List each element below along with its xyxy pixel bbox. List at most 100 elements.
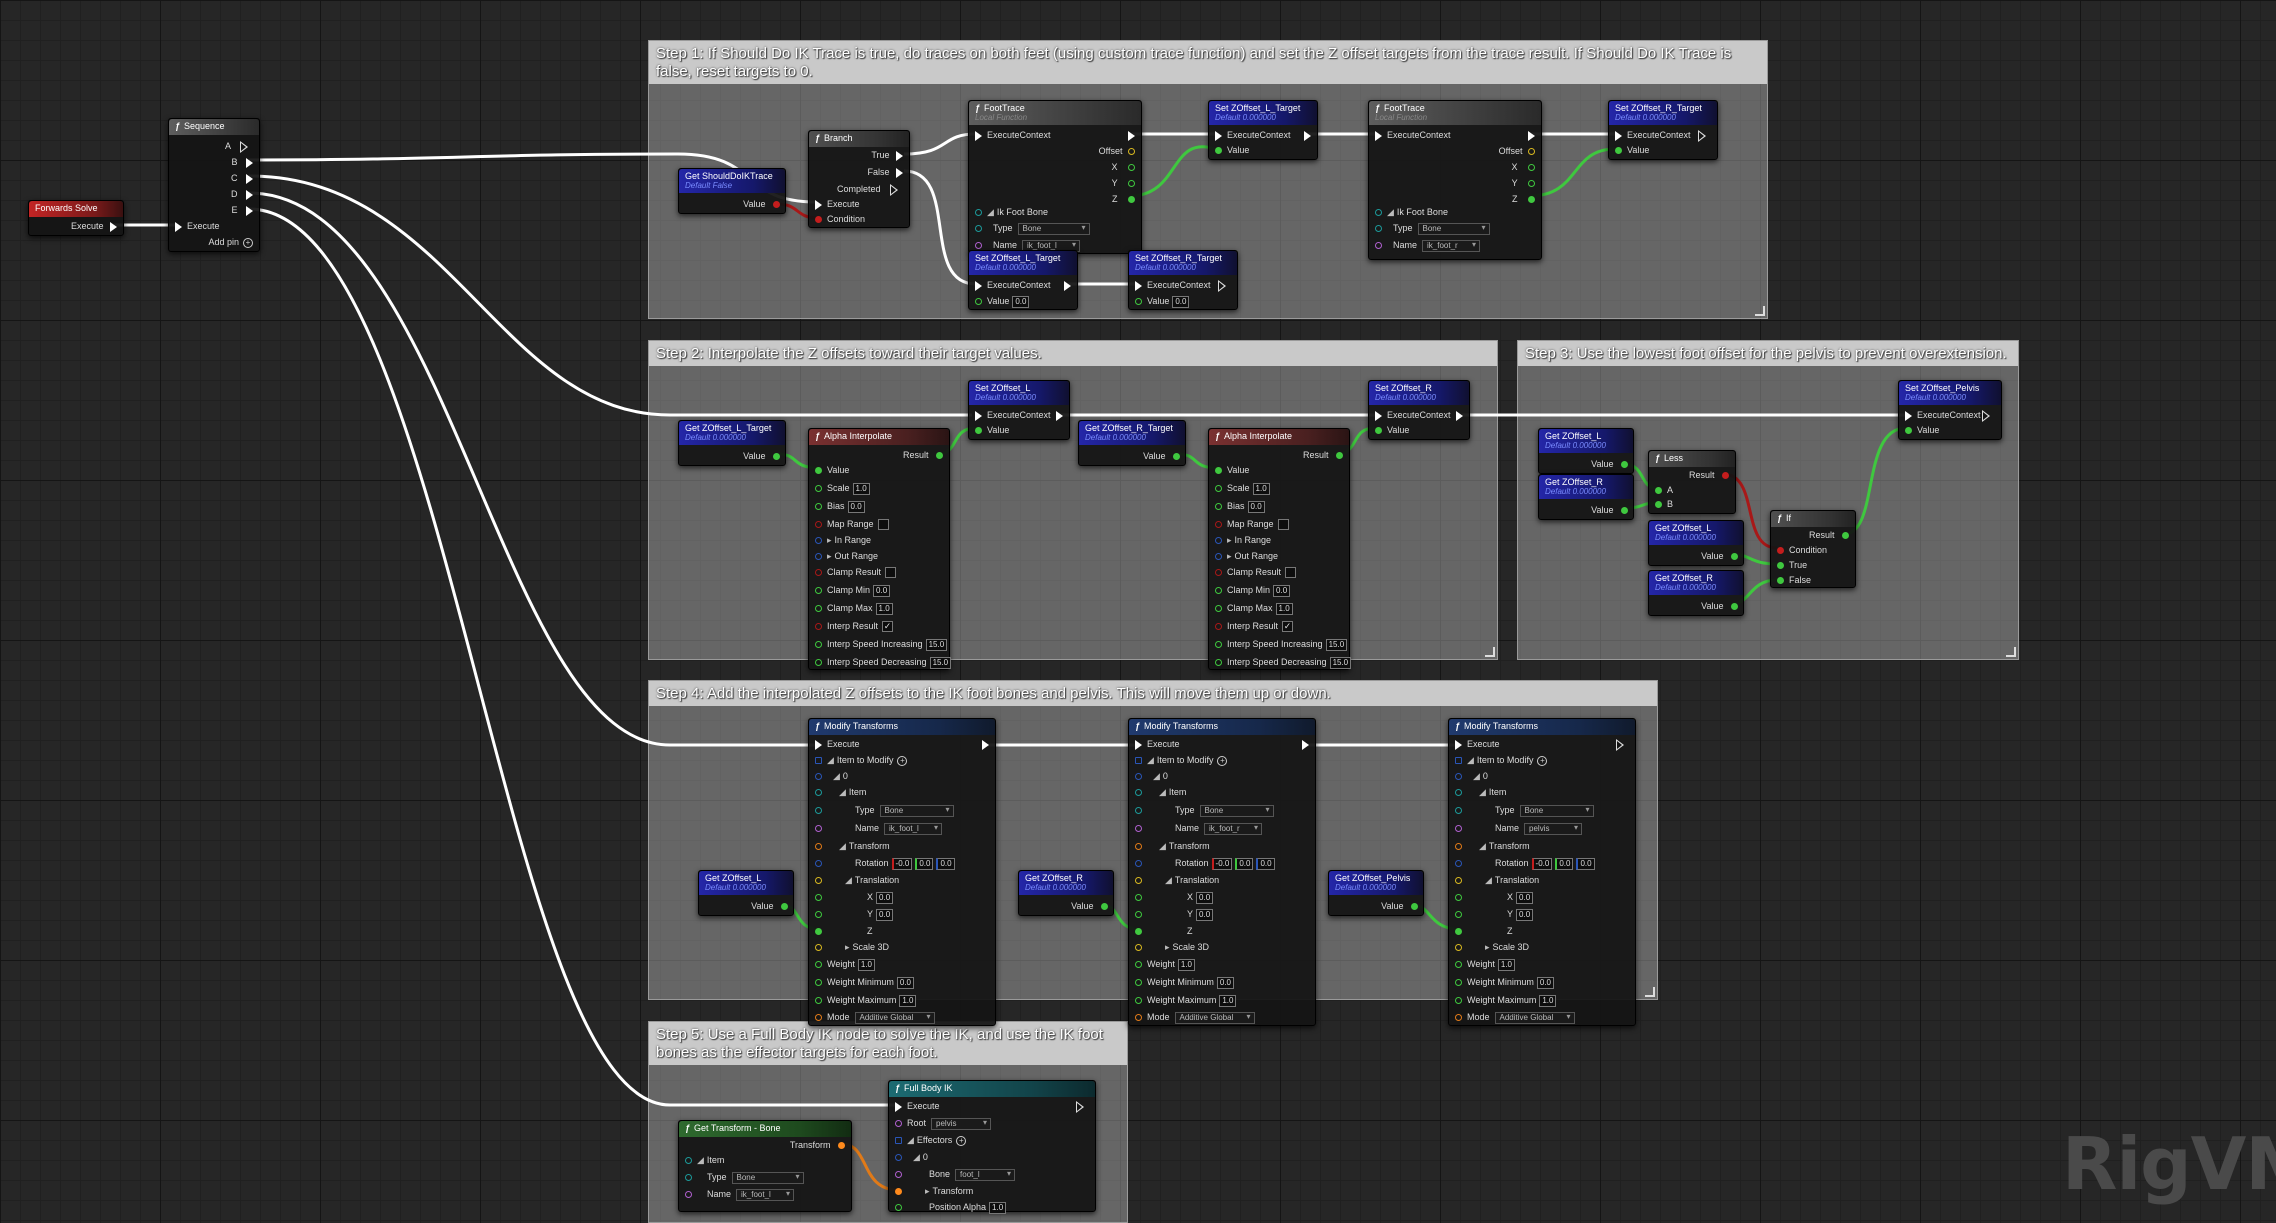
float-in-pin[interactable] <box>815 928 822 936</box>
float-out-pin[interactable] <box>1842 532 1849 540</box>
float-in-pin[interactable] <box>815 587 822 595</box>
vector-out-pin[interactable] <box>1128 148 1135 156</box>
rotation-x-field[interactable]: -0.0 <box>891 857 913 870</box>
rotation-z-field[interactable]: 0.0 <box>1256 857 1275 870</box>
float-in-pin[interactable] <box>1135 961 1142 969</box>
type-dropdown[interactable]: Bone <box>1417 222 1490 235</box>
float-in-pin[interactable] <box>815 894 822 902</box>
name-pin[interactable] <box>895 1120 902 1128</box>
exec-in-pin[interactable] <box>815 199 822 210</box>
struct-in-pin[interactable] <box>815 537 822 545</box>
speed-increasing-field[interactable]: 15.0 <box>1325 638 1348 651</box>
rotation-pin[interactable] <box>1455 860 1462 868</box>
float-in-pin[interactable] <box>1455 911 1462 919</box>
float-in-pin[interactable] <box>1135 298 1142 306</box>
rotation-x-field[interactable]: -0.0 <box>1531 857 1553 870</box>
bias-field[interactable]: 0.0 <box>847 500 865 513</box>
float-in-pin[interactable] <box>1215 659 1222 667</box>
weight-max-field[interactable]: 1.0 <box>1539 994 1557 1007</box>
float-in-pin[interactable] <box>975 298 982 306</box>
type-dropdown[interactable]: Bone <box>731 1171 804 1184</box>
map-range-checkbox[interactable] <box>1277 519 1289 531</box>
struct-in-pin[interactable] <box>895 1154 902 1162</box>
exec-in-pin[interactable] <box>1905 410 1912 421</box>
set-zoffset-r-target-reset-node[interactable]: Set ZOffset_R_Target Default 0.000000 Exe… <box>1128 250 1238 310</box>
float-in-pin[interactable] <box>815 503 822 511</box>
exec-in-pin[interactable] <box>175 221 182 232</box>
bool-in-pin[interactable] <box>815 623 822 631</box>
bool-in-pin[interactable] <box>1215 569 1222 577</box>
float-out-pin[interactable] <box>1731 553 1738 561</box>
float-in-pin[interactable] <box>1455 894 1462 902</box>
float-in-pin[interactable] <box>815 485 822 493</box>
exec-out-pin[interactable] <box>1304 130 1311 141</box>
exec-out-pin[interactable] <box>246 173 253 184</box>
name-dropdown[interactable]: ik_foot_l <box>736 1188 795 1201</box>
exec-in-pin[interactable] <box>1455 739 1462 750</box>
name-dropdown[interactable]: ik_foot_r <box>1204 822 1263 835</box>
alpha-interpolate-node-right[interactable]: ƒ Alpha Interpolate Result Value Scale 1.0… <box>1208 428 1352 670</box>
type-pin[interactable] <box>1375 225 1382 233</box>
float-in-pin[interactable] <box>1215 147 1222 155</box>
exec-in-pin[interactable] <box>815 739 822 750</box>
bias-field[interactable]: 0.0 <box>1247 500 1265 513</box>
weight-min-field[interactable]: 0.0 <box>896 976 914 989</box>
exec-in-pin[interactable] <box>1375 130 1382 141</box>
exec-in-pin[interactable] <box>1375 410 1382 421</box>
type-pin[interactable] <box>685 1174 692 1182</box>
weight-field[interactable]: 1.0 <box>1177 958 1195 971</box>
transform-pin[interactable] <box>815 843 822 851</box>
struct-in-pin[interactable] <box>815 553 822 561</box>
struct-in-pin[interactable] <box>1215 553 1222 561</box>
float-in-pin[interactable] <box>1455 961 1462 969</box>
get-zoffset-r-node-step4[interactable]: Get ZOffset_R Default 0.000000 Value <box>1018 870 1114 916</box>
rotation-z-field[interactable]: 0.0 <box>1576 857 1595 870</box>
float-in-pin[interactable] <box>1215 587 1222 595</box>
bool-in-pin[interactable] <box>1215 623 1222 631</box>
float-out-pin[interactable] <box>1528 164 1535 172</box>
scale-field[interactable]: 1.0 <box>852 482 870 495</box>
bool-in-pin[interactable] <box>815 216 822 224</box>
float-in-pin[interactable] <box>815 659 822 667</box>
float-out-pin[interactable] <box>1128 180 1135 188</box>
exec-out-pin[interactable] <box>1698 129 1706 142</box>
exec-in-pin[interactable] <box>975 410 982 421</box>
exec-out-pin[interactable] <box>110 221 117 232</box>
name-pin[interactable] <box>685 1191 692 1199</box>
rotation-pin[interactable] <box>815 860 822 868</box>
name-pin[interactable] <box>1135 825 1142 833</box>
translation-pin[interactable] <box>1455 877 1462 885</box>
bool-in-pin[interactable] <box>1215 521 1222 529</box>
set-zoffset-r-target-node[interactable]: Set ZOffset_R_Target Default 0.000000 Exe… <box>1608 100 1718 160</box>
transform-pin[interactable] <box>1455 843 1462 851</box>
rotation-y-field[interactable]: 0.0 <box>915 857 934 870</box>
mode-dropdown[interactable]: Additive Global <box>1494 1011 1575 1024</box>
name-pin[interactable] <box>815 825 822 833</box>
struct-in-pin[interactable] <box>1455 789 1462 797</box>
name-pin[interactable] <box>895 1171 902 1179</box>
float-in-pin[interactable] <box>815 605 822 613</box>
set-zoffset-l-node[interactable]: Set ZOffset_L Default 0.000000 ExecuteCon… <box>968 380 1070 440</box>
float-out-pin[interactable] <box>1731 603 1738 611</box>
rotation-y-field[interactable]: 0.0 <box>1555 857 1574 870</box>
bool-in-pin[interactable] <box>815 569 822 577</box>
bool-in-pin[interactable] <box>1777 547 1784 555</box>
bool-in-pin[interactable] <box>815 521 822 529</box>
float-in-pin[interactable] <box>1215 503 1222 511</box>
speed-decreasing-field[interactable]: 15.0 <box>929 656 952 669</box>
weight-field[interactable]: 1.0 <box>1497 958 1515 971</box>
exec-out-pin[interactable] <box>896 150 903 161</box>
get-shoulddoiktrace-node[interactable]: Get ShouldDoIKTrace Default False Value <box>678 168 786 214</box>
name-dropdown[interactable]: ik_foot_l <box>884 822 943 835</box>
transform-out-pin[interactable] <box>838 1142 845 1150</box>
get-zoffset-r-target-node[interactable]: Get ZOffset_R_Target Default 0.000000 Val… <box>1078 420 1186 466</box>
float-in-pin[interactable] <box>1777 562 1784 570</box>
float-in-pin[interactable] <box>895 1204 902 1212</box>
mode-dropdown[interactable]: Additive Global <box>854 1011 935 1024</box>
float-in-pin[interactable] <box>815 467 822 475</box>
transform-in-pin[interactable] <box>895 1188 902 1196</box>
exec-in-pin[interactable] <box>1215 130 1222 141</box>
float-in-pin[interactable] <box>1135 997 1142 1005</box>
x-field[interactable]: 0.0 <box>1516 891 1534 904</box>
float-in-pin[interactable] <box>1215 641 1222 649</box>
